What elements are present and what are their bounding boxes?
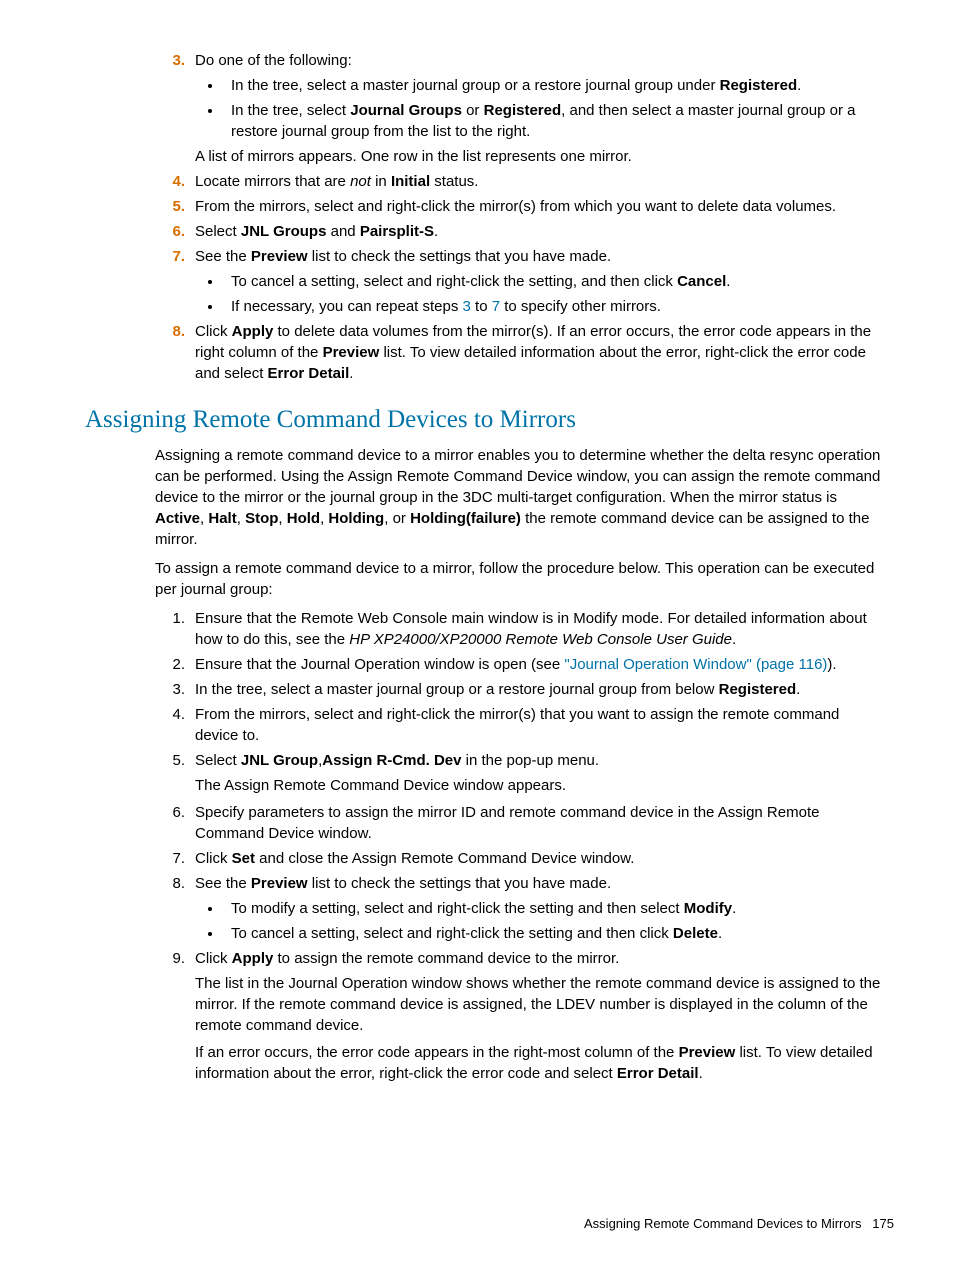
bullet: In the tree, select a master journal gro… [223, 75, 884, 96]
step-number: 7. [155, 848, 185, 869]
link-step-3[interactable]: 3 [463, 298, 471, 315]
sub-bullets: To cancel a setting, select and right-cl… [195, 271, 884, 317]
step-number: 8. [155, 321, 185, 342]
step-5: 5. Select JNL Group,Assign R-Cmd. Dev in… [155, 750, 884, 796]
step-number: 4. [155, 704, 185, 725]
step-7: 7. See the Preview list to check the set… [155, 246, 884, 317]
bullet: To modify a setting, select and right-cl… [223, 898, 884, 919]
step-text: From the mirrors, select and right-click… [195, 198, 836, 215]
procedure-list-2: 1. Ensure that the Remote Web Console ma… [155, 608, 884, 1084]
sub-bullets: To modify a setting, select and right-cl… [195, 898, 884, 944]
step-number: 3. [155, 679, 185, 700]
step-text: Specify parameters to assign the mirror … [195, 804, 819, 842]
step-text: From the mirrors, select and right-click… [195, 706, 839, 744]
step-3: 3. Do one of the following: In the tree,… [155, 50, 884, 167]
step-number: 6. [155, 802, 185, 823]
bullet: In the tree, select Journal Groups or Re… [223, 100, 884, 142]
step-followon: If an error occurs, the error code appea… [195, 1042, 884, 1084]
sub-bullets: In the tree, select a master journal gro… [195, 75, 884, 142]
step-number: 4. [155, 171, 185, 192]
step-text: Do one of the following: [195, 52, 352, 69]
step-number: 1. [155, 608, 185, 629]
step-6: 6. Select JNL Groups and Pairsplit-S. [155, 221, 884, 242]
procedure-list-1: 3. Do one of the following: In the tree,… [155, 50, 884, 384]
step-followon: The list in the Journal Operation window… [195, 973, 884, 1036]
step-number: 5. [155, 750, 185, 771]
step-followon: A list of mirrors appears. One row in th… [195, 146, 884, 167]
step-3: 3. In the tree, select a master journal … [155, 679, 884, 700]
step-number: 2. [155, 654, 185, 675]
section-heading: Assigning Remote Command Devices to Mirr… [85, 402, 884, 437]
step-9: 9. Click Apply to assign the remote comm… [155, 948, 884, 1084]
bullet: If necessary, you can repeat steps 3 to … [223, 296, 884, 317]
step-7: 7. Click Set and close the Assign Remote… [155, 848, 884, 869]
step-number: 3. [155, 50, 185, 71]
footer-title: Assigning Remote Command Devices to Mirr… [584, 1216, 861, 1231]
step-8: 8. See the Preview list to check the set… [155, 873, 884, 944]
page-number: 175 [872, 1216, 894, 1231]
step-number: 6. [155, 221, 185, 242]
link-journal-operation-window[interactable]: "Journal Operation Window" (page 116) [564, 656, 827, 673]
step-number: 5. [155, 196, 185, 217]
step-8: 8. Click Apply to delete data volumes fr… [155, 321, 884, 384]
bullet: To cancel a setting, select and right-cl… [223, 271, 884, 292]
step-4: 4. From the mirrors, select and right-cl… [155, 704, 884, 746]
page-footer: Assigning Remote Command Devices to Mirr… [584, 1215, 894, 1233]
step-5: 5. From the mirrors, select and right-cl… [155, 196, 884, 217]
link-step-7[interactable]: 7 [492, 298, 500, 315]
step-number: 9. [155, 948, 185, 969]
intro-paragraph-1: Assigning a remote command device to a m… [155, 445, 884, 550]
page-content: 3. Do one of the following: In the tree,… [155, 50, 884, 1084]
step-4: 4. Locate mirrors that are not in Initia… [155, 171, 884, 192]
step-number: 8. [155, 873, 185, 894]
step-2: 2. Ensure that the Journal Operation win… [155, 654, 884, 675]
intro-paragraph-2: To assign a remote command device to a m… [155, 558, 884, 600]
step-1: 1. Ensure that the Remote Web Console ma… [155, 608, 884, 650]
step-number: 7. [155, 246, 185, 267]
step-6: 6. Specify parameters to assign the mirr… [155, 802, 884, 844]
bullet: To cancel a setting, select and right-cl… [223, 923, 884, 944]
step-followon: The Assign Remote Command Device window … [195, 775, 884, 796]
